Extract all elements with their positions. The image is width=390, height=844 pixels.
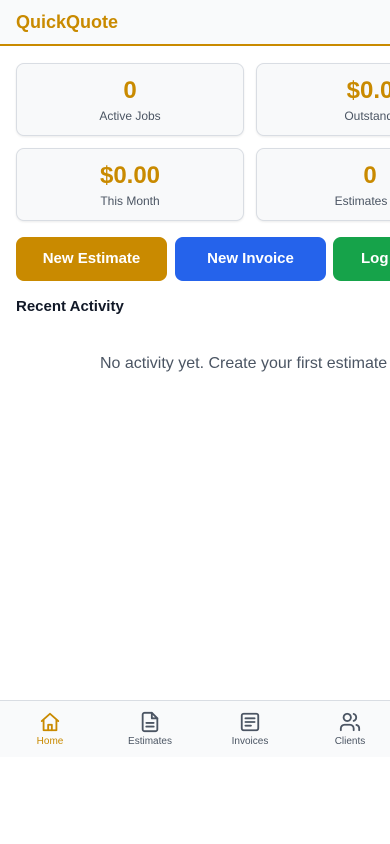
- file-icon: [141, 711, 159, 733]
- outstanding-card[interactable]: $0.0 Outstandi: [256, 63, 390, 136]
- app-screen: QuickQuote 0 Active Jobs $0.0 Outstandi …: [0, 0, 390, 844]
- nav-item-invoices[interactable]: Invoices: [200, 701, 300, 758]
- app-title: QuickQuote: [16, 12, 119, 32]
- new-invoice-button[interactable]: New Invoice: [175, 237, 326, 281]
- nav-item-clients[interactable]: Clients: [300, 701, 390, 758]
- active-jobs-value: 0: [123, 77, 137, 104]
- home-icon: [40, 712, 60, 732]
- outstanding-value: $0.0: [346, 77, 390, 104]
- log-button[interactable]: Log: [333, 237, 390, 281]
- app-header: QuickQuote: [0, 0, 390, 46]
- empty-activity-message: No activity yet. Create your first estim…: [100, 355, 388, 372]
- new-estimate-button[interactable]: New Estimate: [16, 237, 167, 281]
- users-icon: [339, 712, 361, 732]
- outstanding-label: Outstandi: [344, 109, 390, 123]
- active-jobs-label: Active Jobs: [99, 109, 161, 123]
- this-month-card[interactable]: $0.00 This Month: [16, 148, 244, 221]
- this-month-label: This Month: [100, 194, 160, 208]
- nav-item-estimates[interactable]: Estimates: [100, 701, 200, 758]
- nav-item-home[interactable]: Home: [0, 701, 100, 758]
- estimates-pending-label: Estimates Pe: [334, 194, 390, 208]
- bottom-navigation: Home Estimates Invoices Clients: [0, 700, 390, 757]
- this-month-value: $0.00: [99, 162, 161, 189]
- nav-label-home: Home: [36, 736, 64, 747]
- estimates-pending-card[interactable]: 0 Estimates Pe: [256, 148, 390, 221]
- recent-activity-title: Recent Activity: [16, 298, 124, 315]
- document-icon: [240, 712, 260, 732]
- estimates-pending-value: 0: [363, 162, 377, 189]
- nav-label-estimates: Estimates: [128, 736, 172, 747]
- active-jobs-card[interactable]: 0 Active Jobs: [16, 63, 244, 136]
- nav-label-invoices: Invoices: [231, 736, 269, 747]
- nav-label-clients: Clients: [334, 736, 366, 747]
